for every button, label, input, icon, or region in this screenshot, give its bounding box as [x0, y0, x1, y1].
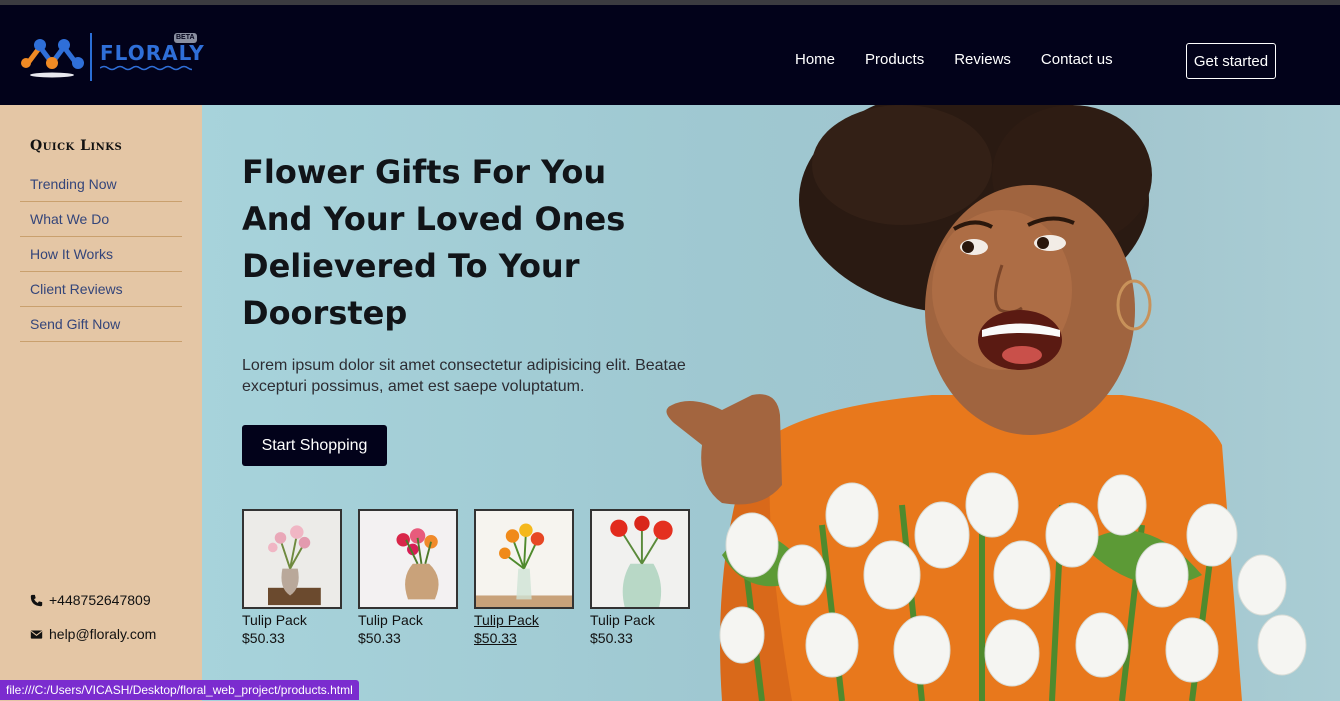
phone-icon	[30, 594, 43, 606]
logo-molecule-icon	[21, 39, 84, 78]
brand-logo[interactable]: FLORALY BETA	[18, 33, 204, 85]
product-price: $50.33	[590, 630, 633, 646]
logo-divider	[90, 33, 92, 81]
hero-description: Lorem ipsum dolor sit amet consectetur a…	[242, 357, 686, 395]
get-started-button[interactable]: Get started	[1186, 43, 1276, 79]
logo-wave-icon	[100, 65, 192, 71]
product-name: Tulip Pack	[474, 612, 539, 628]
email-address: help@floraly.com	[49, 626, 157, 642]
product-card[interactable]: Tulip Pack $50.33	[590, 509, 690, 646]
product-image-pink-vase	[242, 509, 342, 609]
product-name: Tulip Pack	[242, 612, 307, 628]
product-strip: Tulip Pack $50.33 Tulip Pack $50.33 Tuli…	[242, 509, 690, 646]
product-image-woven-vase	[358, 509, 458, 609]
nav-contact-us[interactable]: Contact us	[1041, 51, 1113, 68]
hero-section: Flower Gifts For You And Your Loved Ones…	[202, 105, 1340, 701]
quick-links-title: Quick Links	[30, 138, 123, 154]
nav-products[interactable]: Products	[865, 51, 924, 68]
hero-title: Flower Gifts For You And Your Loved Ones…	[242, 153, 626, 332]
quick-link-trending-now[interactable]: Trending Now	[20, 167, 182, 202]
beta-badge: BETA	[174, 33, 197, 43]
start-shopping-button[interactable]: Start Shopping	[242, 425, 387, 466]
quick-link-what-we-do[interactable]: What We Do	[20, 202, 182, 237]
phone-number: +448752647809	[49, 592, 151, 608]
product-card[interactable]: Tulip Pack $50.33	[474, 509, 574, 646]
product-card[interactable]: Tulip Pack $50.33	[242, 509, 342, 646]
hero-woman-with-tulips-image	[666, 105, 1307, 701]
quick-link-client-reviews[interactable]: Client Reviews	[20, 272, 182, 307]
product-card[interactable]: Tulip Pack $50.33	[358, 509, 458, 646]
brand-name: FLORALY	[100, 41, 205, 65]
quick-links-list: Trending Now What We Do How It Works Cli…	[20, 167, 182, 342]
quick-link-send-gift-now[interactable]: Send Gift Now	[20, 307, 182, 342]
contact-phone[interactable]: +448752647809	[30, 592, 151, 608]
product-price: $50.33	[474, 630, 517, 646]
product-price: $50.33	[242, 630, 285, 646]
nav-reviews[interactable]: Reviews	[954, 51, 1011, 68]
quick-links-sidebar: Quick Links Trending Now What We Do How …	[0, 105, 202, 701]
product-image-ribbed-vase	[590, 509, 690, 609]
status-bar-link-preview: file:///C:/Users/VICASH/Desktop/floral_w…	[0, 680, 359, 700]
main-nav: Home Products Reviews Contact us	[795, 51, 1113, 68]
nav-home[interactable]: Home	[795, 51, 835, 68]
envelope-icon	[30, 629, 43, 639]
site-header: FLORALY BETA Home Products Reviews Conta…	[0, 5, 1340, 105]
quick-link-how-it-works[interactable]: How It Works	[20, 237, 182, 272]
product-image-glass-vase	[474, 509, 574, 609]
product-name: Tulip Pack	[590, 612, 655, 628]
contact-email[interactable]: help@floraly.com	[30, 626, 156, 642]
product-name: Tulip Pack	[358, 612, 423, 628]
product-price: $50.33	[358, 630, 401, 646]
